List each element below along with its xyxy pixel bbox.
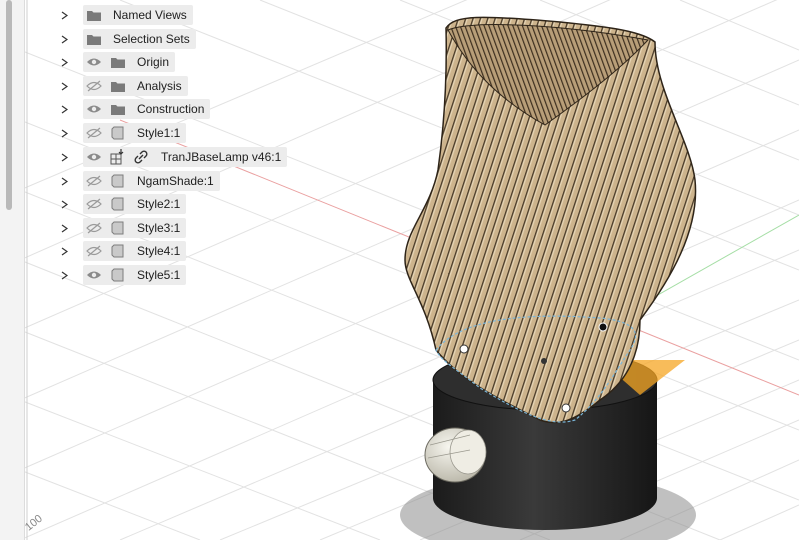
tree-node-origin[interactable]: Origin xyxy=(58,51,176,73)
eye-hidden-icon[interactable] xyxy=(85,126,103,140)
tree-node-selection-sets[interactable]: Selection Sets xyxy=(58,28,196,50)
eye-hidden-icon[interactable] xyxy=(85,79,103,93)
expand-arrow-icon[interactable] xyxy=(58,98,70,120)
sketch-point[interactable] xyxy=(459,344,469,354)
eye-icon[interactable] xyxy=(85,102,103,116)
tree-node-analysis[interactable]: Analysis xyxy=(58,75,188,97)
expand-arrow-icon[interactable] xyxy=(58,28,70,50)
eye-hidden-icon[interactable] xyxy=(85,221,103,235)
tree-node-label: Construction xyxy=(137,102,205,116)
component-icon xyxy=(109,267,127,283)
expand-arrow-icon[interactable] xyxy=(58,51,70,73)
tree-node-named-views[interactable]: Named Views xyxy=(58,4,193,26)
folder-icon xyxy=(85,31,103,47)
tree-node-construction[interactable]: Construction xyxy=(58,98,211,120)
expand-arrow-icon[interactable] xyxy=(58,240,70,262)
component-icon xyxy=(109,243,127,259)
expand-arrow-icon[interactable] xyxy=(58,146,70,168)
tree-node-label: Style5:1 xyxy=(137,268,181,282)
expand-arrow-icon[interactable] xyxy=(58,122,70,144)
tree-node-style3[interactable]: Style3:1 xyxy=(58,217,187,239)
tree-node-label: Analysis xyxy=(137,79,182,93)
expand-arrow-icon[interactable] xyxy=(58,217,70,239)
component-icon xyxy=(109,173,127,189)
eye-hidden-icon[interactable] xyxy=(85,197,103,211)
expand-arrow-icon[interactable] xyxy=(58,4,70,26)
tree-node-style5[interactable]: Style5:1 xyxy=(58,264,187,286)
tree-node-style1[interactable]: Style1:1 xyxy=(58,122,187,144)
folder-icon xyxy=(109,54,127,70)
tree-node-style2[interactable]: Style2:1 xyxy=(58,193,187,215)
folder-icon xyxy=(109,101,127,117)
tree-node-label: NgamShade:1 xyxy=(137,174,214,188)
tree-node-style4[interactable]: Style4:1 xyxy=(58,240,187,262)
eye-hidden-icon[interactable] xyxy=(85,174,103,188)
tree-node-label: Style1:1 xyxy=(137,126,181,140)
lamp-knob xyxy=(424,427,487,483)
tree-node-label: Selection Sets xyxy=(113,32,190,46)
eye-hidden-icon[interactable] xyxy=(85,244,103,258)
tree-node-label: Origin xyxy=(137,55,170,69)
folder-icon xyxy=(109,78,127,94)
component-icon xyxy=(109,220,127,236)
expand-arrow-icon[interactable] xyxy=(58,193,70,215)
expand-arrow-icon[interactable] xyxy=(58,170,70,192)
sketch-point[interactable] xyxy=(598,322,608,332)
eye-icon[interactable] xyxy=(85,150,103,164)
component-icon xyxy=(109,196,127,212)
sketch-point[interactable] xyxy=(541,358,547,364)
browser-tree: Named Views Selection Sets Origin Analys… xyxy=(58,0,358,300)
expand-arrow-icon[interactable] xyxy=(58,264,70,286)
expand-arrow-icon[interactable] xyxy=(58,75,70,97)
folder-icon xyxy=(85,7,103,23)
tree-node-label: Named Views xyxy=(113,8,187,22)
browser-scrollbar-thumb[interactable] xyxy=(6,0,12,210)
tree-node-label: Style2:1 xyxy=(137,197,181,211)
tree-node-ngamshade[interactable]: NgamShade:1 xyxy=(58,170,220,192)
external-component-icon xyxy=(109,149,125,165)
tree-node-label: Style3:1 xyxy=(137,221,181,235)
tree-node-label: TranJBaseLamp v46:1 xyxy=(161,150,282,164)
tree-node-tranjbaselamp[interactable]: TranJBaseLamp v46:1 xyxy=(58,146,288,168)
component-icon xyxy=(109,125,127,141)
eye-icon[interactable] xyxy=(85,55,103,69)
eye-icon[interactable] xyxy=(85,268,103,282)
browser-scrollbar-track[interactable] xyxy=(0,0,25,540)
sketch-point[interactable] xyxy=(561,403,571,413)
link-icon xyxy=(133,149,149,165)
tree-node-label: Style4:1 xyxy=(137,244,181,258)
